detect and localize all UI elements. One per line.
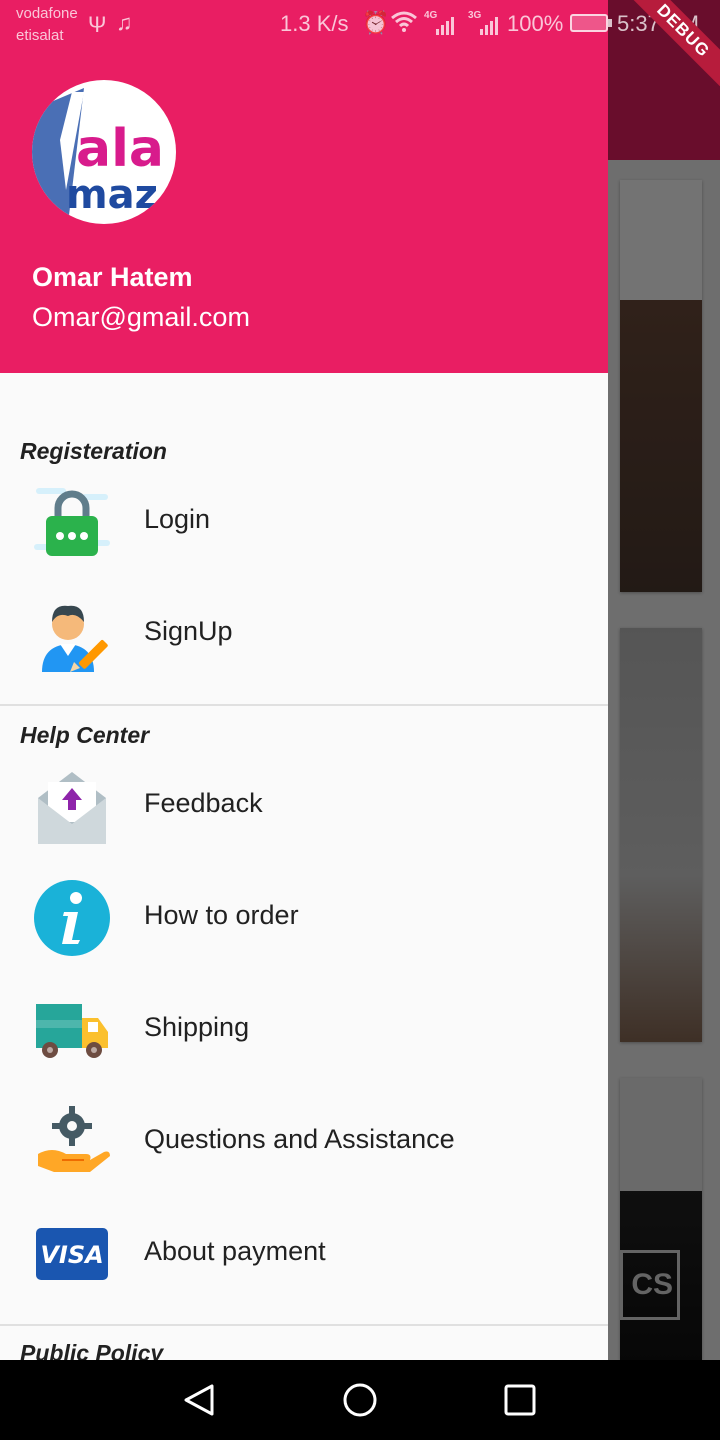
avatar[interactable]: ala maz <box>32 80 176 224</box>
drawer-header: ala maz Omar Hatem Omar@gmail.com <box>0 0 608 373</box>
menu-item-label: About payment <box>144 1236 326 1266</box>
section-title-help-center: Help Center <box>20 722 150 748</box>
alarm-icon: ⏰ <box>362 10 390 35</box>
menu-item-how-to-order[interactable]: How to order <box>0 862 608 974</box>
svg-text:VISA: VISA <box>40 1241 103 1269</box>
menu-item-label: Feedback <box>144 788 263 818</box>
menu-item-feedback[interactable]: Feedback <box>0 750 608 862</box>
user-email: Omar@gmail.com <box>32 302 250 332</box>
info-icon <box>34 880 110 956</box>
menu-item-signup[interactable]: SignUp <box>0 578 608 690</box>
section-divider <box>0 1324 608 1326</box>
menu-item-label: Questions and Assistance <box>144 1124 455 1154</box>
music-icon: ♫ <box>116 10 133 35</box>
gear-hand-icon <box>38 1106 110 1172</box>
network-type: 3G <box>468 10 482 21</box>
logo-text-top: ala <box>76 119 164 179</box>
wifi-icon <box>391 11 417 32</box>
battery-icon <box>570 14 612 32</box>
section-title-public-policy: Public Policy <box>20 1340 164 1360</box>
network-speed: 1.3 K/s <box>280 11 349 36</box>
visa-card-icon: VISA <box>36 1228 108 1280</box>
network-type: 4G <box>424 10 438 21</box>
system-navigation-bar <box>0 1360 720 1440</box>
signal-icon: 4G <box>424 10 458 35</box>
signal-icon: 3G <box>468 10 502 35</box>
menu-item-label: SignUp <box>144 616 233 646</box>
menu-item-label: Shipping <box>144 1012 250 1042</box>
section-divider <box>0 704 608 706</box>
lock-icon <box>34 488 110 556</box>
back-icon[interactable] <box>180 1380 220 1420</box>
user-name: Omar Hatem <box>32 262 193 292</box>
menu-item-shipping[interactable]: Shipping <box>0 974 608 1086</box>
carrier-name: etisalat <box>16 27 64 44</box>
recents-icon[interactable] <box>500 1380 540 1420</box>
menu-item-questions-assistance[interactable]: Questions and Assistance <box>0 1086 608 1198</box>
envelope-upload-icon <box>38 772 106 844</box>
menu-item-about-payment[interactable]: VISA About payment <box>0 1198 608 1310</box>
carrier-name: vodafone <box>16 5 78 22</box>
battery-percentage: 100% <box>507 11 564 36</box>
logo-text-bottom: maz <box>66 172 158 218</box>
section-title-registration: Registeration <box>20 438 167 464</box>
menu-item-login[interactable]: Login <box>0 466 608 578</box>
menu-item-label: Login <box>144 504 211 534</box>
status-bar: vodafone etisalat Ψ ♫ 1.3 K/s ⏰ 4G 3G 10… <box>0 0 720 48</box>
brand-logo-icon: ala maz <box>32 88 164 224</box>
truck-icon <box>36 1004 108 1058</box>
navigation-drawer: ala maz Omar Hatem Omar@gmail.com Regist… <box>0 0 608 1360</box>
user-edit-icon <box>42 605 108 672</box>
menu-item-label: How to order <box>144 900 299 930</box>
home-icon[interactable] <box>340 1380 380 1420</box>
usb-icon: Ψ <box>88 12 107 37</box>
